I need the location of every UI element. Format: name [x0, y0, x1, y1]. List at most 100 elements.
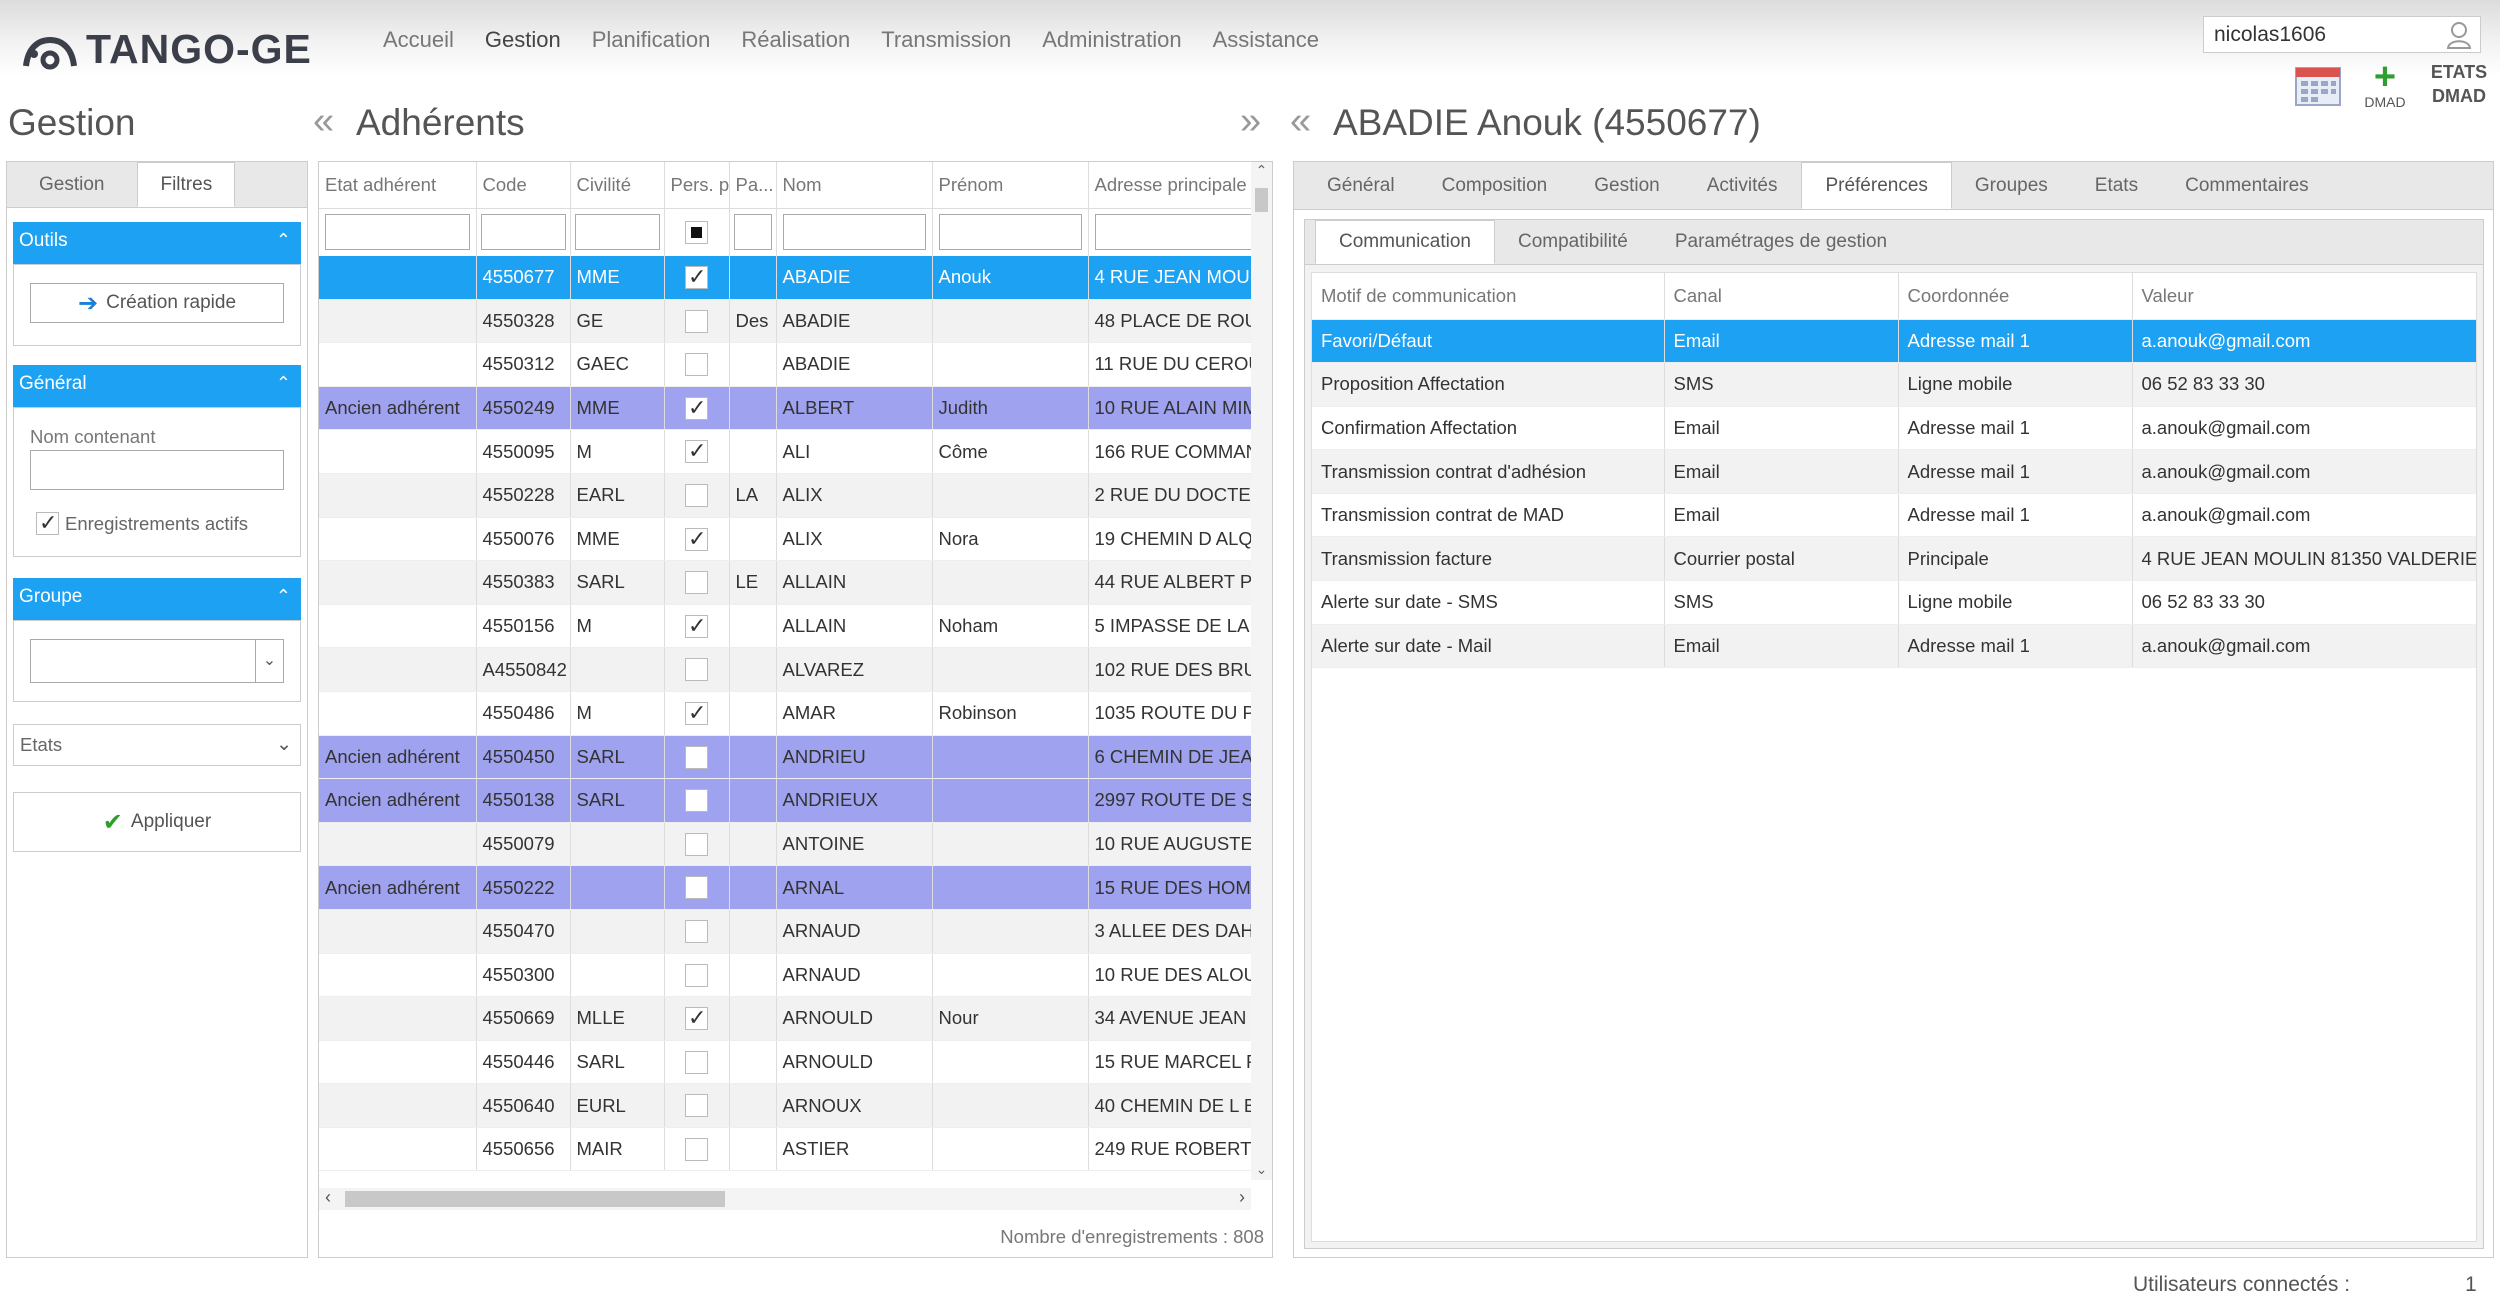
table-row[interactable]: 4550446SARL ARNOULD 15 RUE MARCEL RIGAL: [319, 1040, 1251, 1085]
column-header[interactable]: Prénom: [932, 162, 1089, 208]
table-row[interactable]: Transmission contrat d'adhésion Email Adre…: [1312, 449, 2476, 494]
vertical-scrollbar[interactable]: ⌃ ⌄: [1251, 162, 1272, 1180]
checkbox-icon[interactable]: [685, 613, 708, 639]
quick-create-button[interactable]: ➔ Création rapide: [30, 283, 284, 323]
checkbox-icon[interactable]: [685, 1050, 708, 1074]
checkbox-icon[interactable]: [685, 832, 708, 856]
checkbox-icon[interactable]: [685, 309, 708, 333]
scroll-down-icon[interactable]: ⌄: [1251, 1161, 1272, 1178]
checkbox-icon[interactable]: [685, 395, 708, 421]
checkbox-icon[interactable]: [36, 510, 59, 536]
collapse-middle-icon[interactable]: «: [1290, 100, 1311, 143]
table-row[interactable]: 4550669MLLE ARNOULDNour34 AVENUE JEAN JAU…: [319, 996, 1251, 1041]
nav-item-réalisation[interactable]: Réalisation: [741, 27, 850, 53]
horizontal-scrollbar[interactable]: ‹ ›: [319, 1187, 1251, 1210]
tab-composition[interactable]: Composition: [1419, 162, 1572, 209]
scroll-thumb[interactable]: [1255, 188, 1268, 212]
column-header[interactable]: Adresse principale: [1088, 162, 1251, 208]
scroll-up-icon[interactable]: ⌃: [1251, 162, 1272, 186]
groupe-select[interactable]: ⌄: [30, 639, 284, 683]
filter-nom[interactable]: [782, 214, 926, 251]
tab-gestion[interactable]: Gestion: [7, 162, 137, 207]
table-row[interactable]: 4550677MME ABADIEAnouk4 RUE JEAN MOULIN: [319, 255, 1251, 300]
table-row[interactable]: Ancien adhérent 4550222 ARNAL 15 RUE DES HO…: [319, 865, 1251, 910]
nav-item-assistance[interactable]: Assistance: [1213, 27, 1319, 53]
table-row[interactable]: 4550470 ARNAUD 3 ALLEE DES DAHLIAS: [319, 909, 1251, 954]
checkbox-icon[interactable]: [685, 571, 708, 595]
tab-préférences[interactable]: Préférences: [1801, 162, 1952, 209]
table-row[interactable]: 4550300 ARNAUD 10 RUE DES ALOUETTES: [319, 953, 1251, 998]
table-row[interactable]: 4550486M AMARRobinson1035 ROUTE DU PUY: [319, 691, 1251, 736]
table-row[interactable]: 4550076MME ALIXNora19 CHEMIN D ALQUIER: [319, 517, 1251, 562]
nav-item-administration[interactable]: Administration: [1042, 27, 1181, 53]
subtab-2[interactable]: Paramétrages de gestion: [1652, 220, 1911, 264]
table-row[interactable]: 4550079 ANTOINE 10 RUE AUGUSTE LACAZE: [319, 822, 1251, 867]
table-row[interactable]: 4550156M ALLAINNoham5 IMPASSE DE LA SOURC…: [319, 604, 1251, 649]
filter-code[interactable]: [480, 214, 566, 251]
subtab-1[interactable]: Compatibilité: [1495, 220, 1652, 264]
tab-commentaires[interactable]: Commentaires: [2162, 162, 2333, 209]
filter-pers-phys[interactable]: [685, 221, 708, 245]
checkbox-icon[interactable]: [685, 438, 708, 464]
tab-gestion[interactable]: Gestion: [1571, 162, 1683, 209]
table-row[interactable]: Ancien adhérent 4550450 SARL ANDRIEU 6 CHEMI…: [319, 735, 1251, 780]
add-dmad-button[interactable]: + DMAD: [2357, 58, 2413, 110]
table-row[interactable]: Alerte sur date - Mail Email Adresse mail …: [1312, 624, 2476, 669]
table-row[interactable]: Ancien adhérent4550249MME ALBERTJudith10 …: [319, 386, 1251, 431]
checkbox-icon[interactable]: [685, 745, 708, 769]
groupe-header[interactable]: Groupe ⌃: [13, 578, 301, 620]
table-row[interactable]: 4550656MAIR ASTIER 249 RUE ROBERT ALAUX: [319, 1127, 1251, 1172]
checkbox-icon[interactable]: [685, 264, 708, 290]
column-header[interactable]: Code: [476, 162, 571, 208]
table-row[interactable]: Ancien adhérent 4550138 SARL ANDRIEUX 2997 R…: [319, 778, 1251, 823]
table-row[interactable]: Favori/Défaut Email Adresse mail 1 a.anouk@…: [1312, 319, 2476, 364]
table-row[interactable]: 4550228EARL LAALIX 2 RUE DU DOCTEUR: [319, 473, 1251, 518]
user-icon[interactable]: [2446, 21, 2472, 49]
table-row[interactable]: Transmission facture Courrier postal Princ…: [1312, 536, 2476, 582]
tab-etats[interactable]: Etats: [2072, 162, 2162, 209]
filter-adresse[interactable]: [1094, 214, 1251, 251]
filter-civilite[interactable]: [574, 214, 660, 251]
filter-etat[interactable]: [325, 214, 470, 251]
nav-item-planification[interactable]: Planification: [592, 27, 711, 53]
apply-button[interactable]: ✔ Appliquer: [13, 792, 301, 852]
etats-dmad-button[interactable]: ETATS DMAD: [2423, 60, 2495, 108]
column-header[interactable]: Valeur: [2132, 273, 2476, 320]
scroll-right-icon[interactable]: ›: [1239, 1187, 1245, 1208]
table-row[interactable]: Proposition Affectation SMS Ligne mobile 06…: [1312, 362, 2476, 407]
chevron-up-icon[interactable]: ⌃: [276, 373, 291, 394]
table-row[interactable]: A4550842 ALVAREZ 102 RUE DES BRUSSES: [319, 647, 1251, 692]
checkbox-icon[interactable]: [685, 1094, 708, 1118]
user-field[interactable]: nicolas1606: [2203, 16, 2481, 53]
checkbox-icon[interactable]: [685, 700, 708, 726]
nav-item-accueil[interactable]: Accueil: [383, 27, 454, 53]
table-row[interactable]: 4550640EURL ARNOUX 40 CHEMIN DE L ESTANG: [319, 1083, 1251, 1128]
checkbox-icon[interactable]: [685, 876, 708, 900]
checkbox-icon[interactable]: [685, 658, 708, 682]
column-header[interactable]: Canal: [1664, 273, 1899, 320]
outils-header[interactable]: Outils ⌃: [13, 222, 301, 264]
chevron-up-icon[interactable]: ⌃: [276, 586, 291, 607]
filter-prenom[interactable]: [938, 214, 1082, 251]
app-logo[interactable]: TANGO-GE: [22, 26, 312, 73]
column-header[interactable]: Motif de communication: [1312, 273, 1665, 320]
table-row[interactable]: 4550328GE DesABADIE 48 PLACE DE ROUMAS: [319, 299, 1251, 344]
column-header[interactable]: Civilité: [570, 162, 665, 208]
scroll-left-icon[interactable]: ‹: [325, 1187, 331, 1208]
tab-activités[interactable]: Activités: [1684, 162, 1802, 209]
column-header[interactable]: Pers. phys.: [664, 162, 730, 208]
hscroll-thumb[interactable]: [345, 1191, 725, 1207]
checkbox-icon[interactable]: [685, 1137, 708, 1161]
expand-right-icon[interactable]: »: [1240, 100, 1261, 143]
nom-contenant-input[interactable]: [30, 450, 284, 490]
nav-item-transmission[interactable]: Transmission: [881, 27, 1011, 53]
filter-pa[interactable]: [733, 214, 772, 251]
column-header[interactable]: Nom: [776, 162, 933, 208]
table-row[interactable]: Confirmation Affectation Email Adresse mai…: [1312, 406, 2476, 451]
column-header[interactable]: Etat adhérent: [319, 162, 477, 208]
table-row[interactable]: 4550383SARL LEALLAIN 44 RUE ALBERT PRIOL: [319, 560, 1251, 605]
table-row[interactable]: Alerte sur date - SMS SMS Ligne mobile 06 5…: [1312, 580, 2476, 625]
nav-item-gestion[interactable]: Gestion: [485, 27, 561, 53]
general-header[interactable]: Général ⌃: [13, 365, 301, 407]
chevron-down-icon[interactable]: ⌄: [255, 640, 283, 682]
